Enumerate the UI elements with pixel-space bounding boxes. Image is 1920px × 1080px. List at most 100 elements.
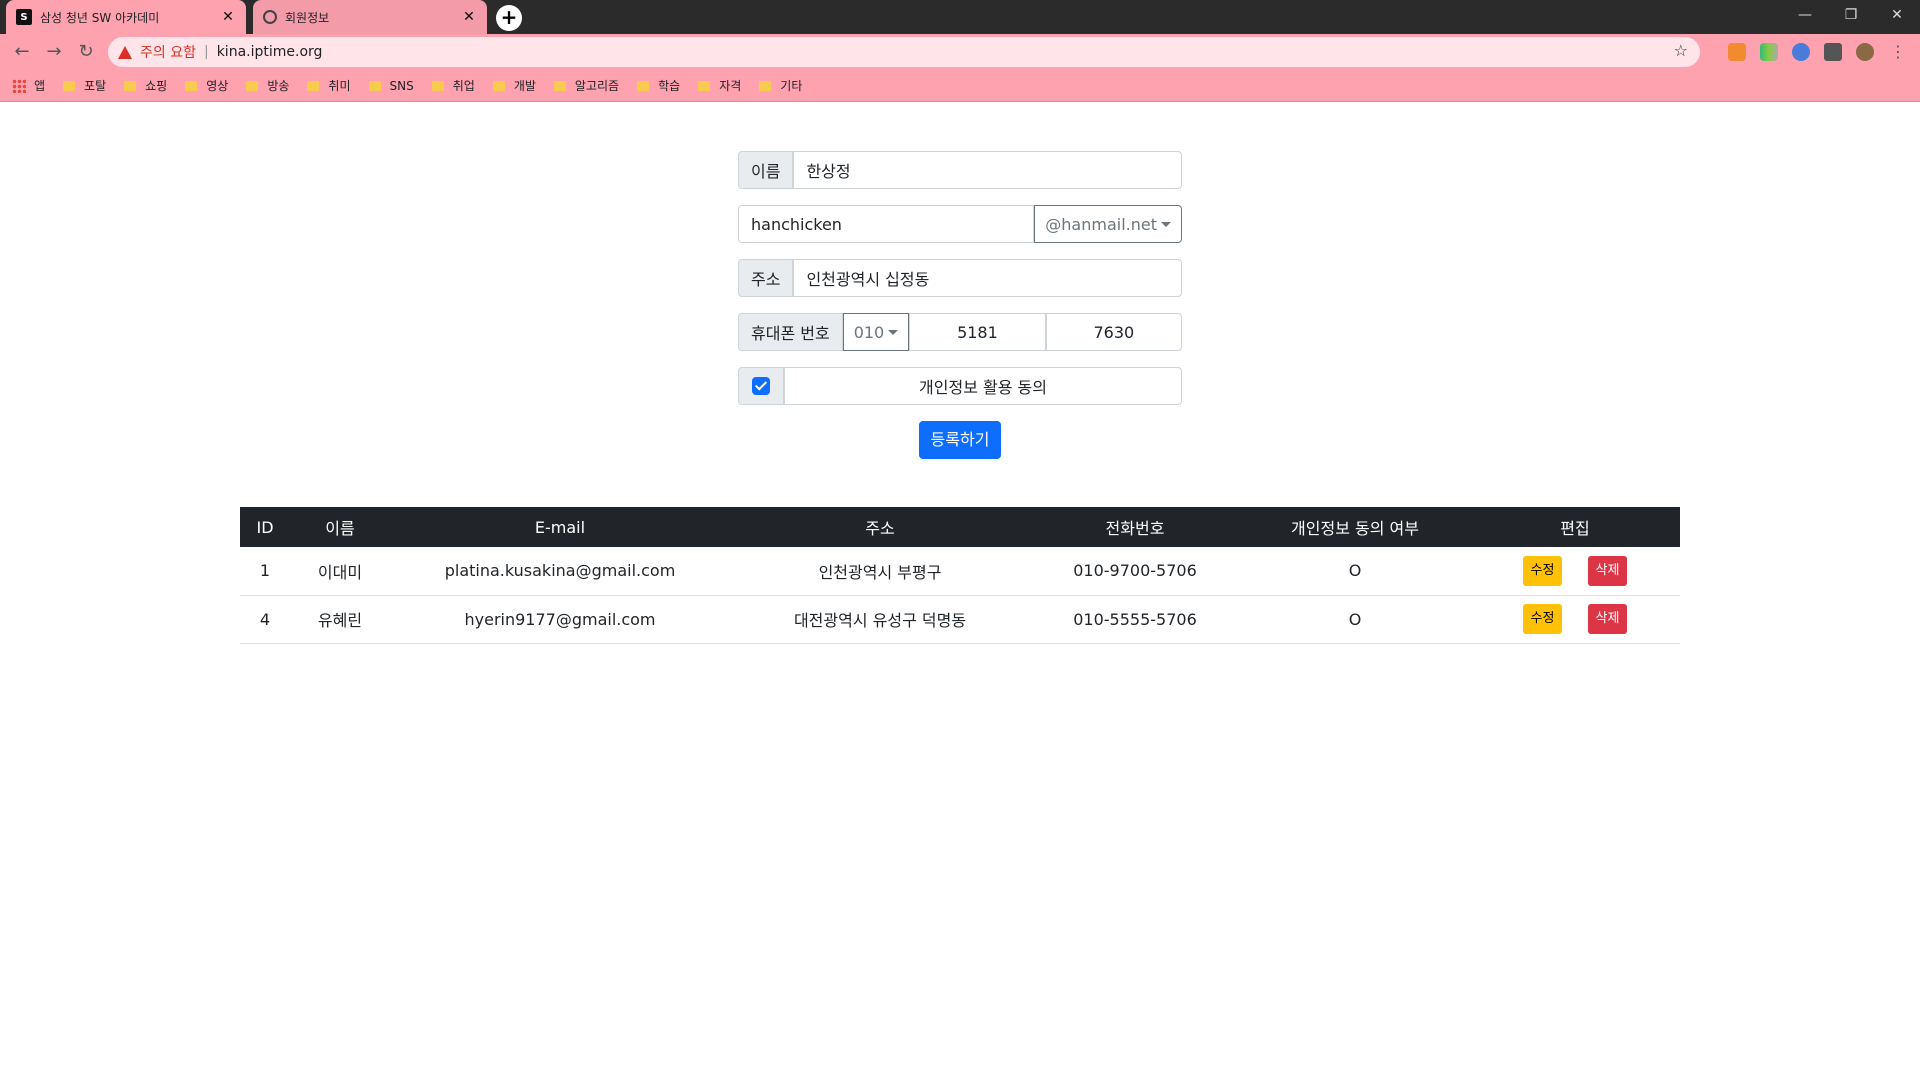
reload-icon[interactable]: ↻ bbox=[74, 40, 98, 64]
cell-id: 4 bbox=[240, 595, 290, 644]
browser-toolbar: ← → ↻ 주의 요함 | kina.iptime.org ☆ ⋮ bbox=[0, 34, 1920, 70]
tab-title: 삼성 청년 SW 아카데미 bbox=[40, 10, 160, 25]
bookmark-folder[interactable]: 학습 bbox=[637, 77, 680, 94]
bookmark-folder[interactable]: 자격 bbox=[698, 77, 741, 94]
phone-mid-input[interactable]: 5181 bbox=[909, 313, 1046, 351]
submit-row: 등록하기 bbox=[738, 421, 1182, 459]
extension-icon[interactable] bbox=[1760, 43, 1778, 61]
security-warning[interactable]: 주의 요함 bbox=[140, 42, 196, 62]
table-row: 4 유혜린 hyerin9177@gmail.com 대전광역시 유성구 덕명동… bbox=[240, 595, 1680, 644]
member-form: 이름 한상정 hanchicken @hanmail.net 주소 인천광역시 … bbox=[738, 151, 1183, 459]
table-header-row: ID 이름 E-mail 주소 전화번호 개인정보 동의 여부 편집 bbox=[240, 507, 1680, 547]
cell-consent: O bbox=[1240, 595, 1470, 644]
folder-icon bbox=[307, 80, 320, 91]
puzzle-icon[interactable] bbox=[1824, 43, 1842, 61]
tab-samsung-academy[interactable]: S 삼성 청년 SW 아카데미 ✕ bbox=[6, 0, 246, 34]
phone-prefix-select[interactable]: 010 bbox=[842, 313, 910, 351]
edit-button[interactable]: 수정 bbox=[1522, 604, 1563, 634]
col-header-consent: 개인정보 동의 여부 bbox=[1240, 507, 1470, 547]
consent-group: 개인정보 활용 동의 bbox=[738, 367, 1182, 405]
col-header-address: 주소 bbox=[730, 507, 1030, 547]
address-bar[interactable]: 주의 요함 | kina.iptime.org ☆ bbox=[108, 37, 1700, 67]
url-text[interactable]: kina.iptime.org bbox=[217, 44, 323, 60]
address-group: 주소 인천광역시 십정동 bbox=[738, 259, 1182, 297]
cell-consent: O bbox=[1240, 547, 1470, 596]
bookmark-label: 개발 bbox=[513, 79, 536, 93]
name-label: 이름 bbox=[738, 151, 794, 189]
globe-icon bbox=[263, 10, 277, 24]
tab-member-info[interactable]: 회원정보 ✕ bbox=[253, 0, 487, 34]
bookmark-label: 영상 bbox=[206, 79, 229, 93]
phone-last-input[interactable]: 7630 bbox=[1045, 313, 1183, 351]
bookmark-label: 앱 bbox=[34, 79, 46, 93]
bookmark-folder[interactable]: 알고리즘 bbox=[553, 77, 620, 94]
register-button[interactable]: 등록하기 bbox=[918, 421, 1002, 459]
address-label: 주소 bbox=[738, 259, 794, 297]
email-domain-value: @hanmail.net bbox=[1045, 214, 1157, 234]
folder-icon bbox=[368, 80, 381, 91]
restore-icon[interactable]: ❐ bbox=[1828, 0, 1874, 30]
bookmark-folder[interactable]: 방송 bbox=[246, 77, 289, 94]
col-header-id: ID bbox=[240, 507, 290, 547]
phone-label: 휴대폰 번호 bbox=[738, 313, 843, 351]
bookmark-label: 알고리즘 bbox=[574, 79, 620, 93]
menu-kebab-icon[interactable]: ⋮ bbox=[1886, 40, 1910, 64]
consent-checkbox[interactable] bbox=[752, 377, 770, 395]
members-table: ID 이름 E-mail 주소 전화번호 개인정보 동의 여부 편집 1 이대미… bbox=[240, 507, 1680, 644]
cell-address: 대전광역시 유성구 덕명동 bbox=[730, 595, 1030, 644]
close-icon[interactable]: ✕ bbox=[461, 9, 477, 25]
page-content: 이름 한상정 hanchicken @hanmail.net 주소 인천광역시 … bbox=[0, 103, 1920, 1080]
folder-icon bbox=[759, 80, 772, 91]
forward-arrow-icon[interactable]: → bbox=[42, 40, 66, 64]
bookmark-folder[interactable]: 취미 bbox=[307, 77, 351, 94]
bookmark-folder[interactable]: 개발 bbox=[492, 77, 536, 94]
delete-button[interactable]: 삭제 bbox=[1587, 555, 1628, 586]
bookmark-label: 방송 bbox=[267, 79, 290, 93]
url-separator: | bbox=[203, 44, 209, 60]
bookmark-folder[interactable]: 기타 bbox=[759, 77, 802, 94]
cell-id: 1 bbox=[240, 547, 290, 596]
bookmark-folder[interactable]: 쇼핑 bbox=[124, 77, 167, 94]
folder-icon bbox=[698, 80, 711, 91]
folder-icon bbox=[637, 80, 650, 91]
delete-button[interactable]: 삭제 bbox=[1587, 604, 1628, 634]
address-input[interactable]: 인천광역시 십정동 bbox=[793, 259, 1182, 297]
consent-checkbox-wrap bbox=[738, 367, 784, 405]
cell-phone: 010-9700-5706 bbox=[1030, 547, 1240, 596]
bookmark-label: 쇼핑 bbox=[145, 79, 168, 93]
new-tab-button[interactable]: + bbox=[496, 5, 522, 31]
folder-icon bbox=[246, 80, 259, 91]
extension-icon[interactable] bbox=[1728, 43, 1746, 61]
cell-actions: 수정 삭제 bbox=[1470, 547, 1680, 596]
folder-icon bbox=[63, 80, 76, 91]
bookmark-label: 포탈 bbox=[84, 79, 107, 93]
col-header-email: E-mail bbox=[390, 507, 730, 547]
name-group: 이름 한상정 bbox=[738, 151, 1182, 189]
tab-strip: S 삼성 청년 SW 아카데미 ✕ 회원정보 ✕ + — ❐ ✕ bbox=[0, 0, 1920, 34]
bookmark-folder[interactable]: 취업 bbox=[431, 77, 475, 94]
bookmarks-bar: 앱 포탈 쇼핑 영상 방송 취미 SNS 취업 개발 알고리즘 학습 자격 기타 bbox=[0, 70, 1920, 102]
caret-down-icon bbox=[1161, 221, 1171, 227]
bookmark-apps[interactable]: 앱 bbox=[12, 77, 45, 94]
cell-name: 이대미 bbox=[290, 547, 390, 596]
bookmark-label: 기타 bbox=[780, 79, 803, 93]
back-arrow-icon[interactable]: ← bbox=[10, 40, 34, 64]
name-input[interactable]: 한상정 bbox=[793, 151, 1182, 189]
minimize-icon[interactable]: — bbox=[1782, 0, 1828, 30]
close-icon[interactable]: ✕ bbox=[220, 9, 236, 25]
close-window-icon[interactable]: ✕ bbox=[1874, 0, 1920, 30]
avatar[interactable] bbox=[1856, 43, 1874, 61]
bookmark-label: 취미 bbox=[328, 79, 351, 93]
email-id-input[interactable]: hanchicken bbox=[738, 205, 1035, 243]
edit-button[interactable]: 수정 bbox=[1522, 555, 1563, 586]
bookmark-star-icon[interactable]: ☆ bbox=[1674, 41, 1688, 60]
table-row: 1 이대미 platina.kusakina@gmail.com 인천광역시 부… bbox=[240, 547, 1680, 596]
cell-name: 유혜린 bbox=[290, 595, 390, 644]
bookmark-label: 자격 bbox=[719, 79, 742, 93]
bookmark-label: 취업 bbox=[452, 79, 475, 93]
email-domain-select[interactable]: @hanmail.net bbox=[1034, 205, 1182, 243]
bookmark-folder[interactable]: SNS bbox=[368, 79, 414, 93]
bookmark-folder[interactable]: 포탈 bbox=[63, 77, 106, 94]
bookmark-folder[interactable]: 영상 bbox=[185, 77, 228, 94]
extension-icon[interactable] bbox=[1792, 43, 1810, 61]
